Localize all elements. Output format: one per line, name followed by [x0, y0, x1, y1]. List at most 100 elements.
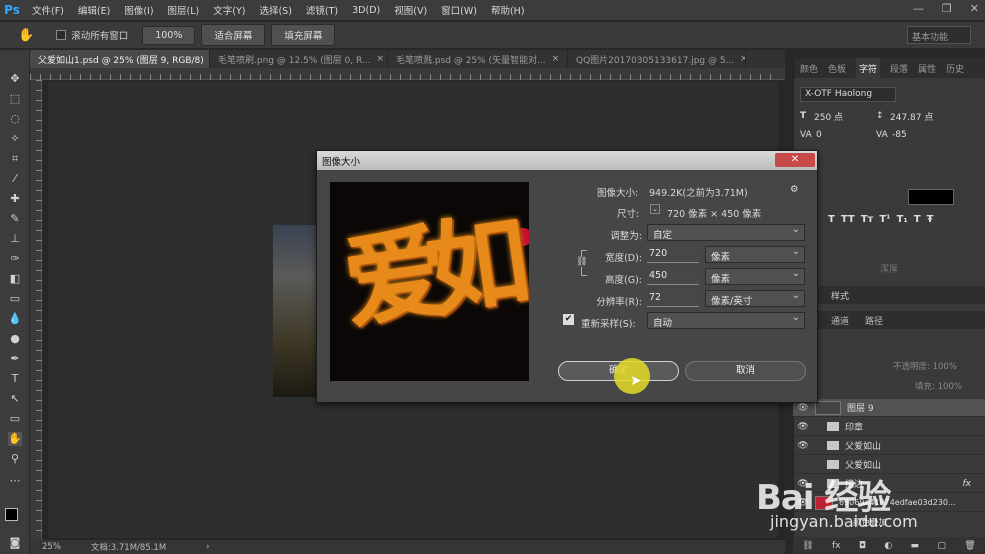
- vertical-ruler[interactable]: [30, 80, 42, 540]
- marquee-tool-icon[interactable]: ⬚: [8, 92, 22, 106]
- strikethrough-button[interactable]: Ŧ: [927, 214, 934, 225]
- tab-swatches[interactable]: 色板: [828, 62, 846, 75]
- width-input[interactable]: 720: [647, 246, 699, 263]
- resample-select[interactable]: 自动: [647, 312, 805, 329]
- tab-channels[interactable]: 通道: [831, 314, 849, 327]
- width-unit-select[interactable]: 像素: [705, 246, 805, 263]
- dialog-title-bar[interactable]: 图像大小 ✕: [317, 151, 817, 170]
- tracking-value[interactable]: -85: [892, 130, 907, 140]
- scroll-all-checkbox[interactable]: [56, 30, 67, 40]
- restore-icon[interactable]: ❐: [942, 2, 952, 15]
- tab-paths[interactable]: 路径: [865, 314, 883, 327]
- menu-type[interactable]: 文字(Y): [213, 3, 245, 17]
- menu-view[interactable]: 视图(V): [394, 3, 427, 17]
- menu-3d[interactable]: 3D(D): [352, 5, 380, 16]
- dodge-tool-icon[interactable]: ●: [8, 332, 22, 346]
- superscript-button[interactable]: T¹: [879, 214, 890, 225]
- magic-wand-icon[interactable]: ✧: [8, 132, 22, 146]
- tab-document-1[interactable]: 父爱如山1.psd @ 25% (图层 9, RGB/8) ×: [30, 50, 210, 68]
- dimensions-dropdown-icon[interactable]: ⌄: [650, 204, 660, 214]
- tab-document-4[interactable]: QQ图片20170305133617.jpg @ 5... ×: [568, 50, 746, 68]
- lasso-tool-icon[interactable]: ◌: [8, 112, 22, 126]
- layer-row[interactable]: 👁 图层 9: [793, 399, 985, 417]
- fill-label[interactable]: 填充: 100%: [915, 380, 962, 392]
- tab-character[interactable]: 字符: [856, 57, 881, 79]
- menu-select[interactable]: 选择(S): [259, 3, 291, 17]
- path-select-icon[interactable]: ↖: [8, 392, 22, 406]
- minimize-icon[interactable]: —: [913, 2, 924, 15]
- dialog-close-button[interactable]: ✕: [775, 153, 815, 167]
- add-mask-icon[interactable]: ◘: [859, 541, 866, 551]
- resolution-input[interactable]: 72: [647, 290, 699, 307]
- brush-tool-icon[interactable]: ✎: [8, 212, 22, 226]
- menu-edit[interactable]: 编辑(E): [78, 3, 110, 17]
- link-layers-icon[interactable]: ⛓: [802, 541, 813, 551]
- eyedropper-icon[interactable]: ⁄: [8, 172, 22, 186]
- type-tool-icon[interactable]: T: [8, 372, 22, 386]
- move-tool-icon[interactable]: ✥: [8, 72, 22, 86]
- new-layer-icon[interactable]: ▢: [937, 541, 946, 551]
- tab-color[interactable]: 颜色: [800, 62, 818, 75]
- subscript-button[interactable]: T₁: [897, 214, 908, 225]
- status-arrow-icon[interactable]: ›: [206, 542, 209, 552]
- menu-image[interactable]: 图像(I): [124, 3, 153, 17]
- shape-tool-icon[interactable]: ▭: [8, 412, 22, 426]
- height-input[interactable]: 450: [647, 268, 699, 285]
- menu-help[interactable]: 帮助(H): [491, 3, 525, 17]
- tab-close-icon[interactable]: ×: [377, 54, 385, 64]
- healing-brush-icon[interactable]: ✚: [8, 192, 22, 206]
- leading-value[interactable]: 247.87 点: [890, 110, 933, 123]
- tab-history[interactable]: 历史: [946, 62, 964, 75]
- foreground-color-swatch[interactable]: [5, 508, 18, 521]
- adjustment-layer-icon[interactable]: ◐: [884, 541, 892, 551]
- tab-close-icon[interactable]: ×: [740, 54, 745, 64]
- kerning-value[interactable]: 0: [816, 130, 876, 140]
- hand-tool-icon[interactable]: ✋: [8, 432, 22, 446]
- tab-document-3[interactable]: 毛笔喷溅.psd @ 25% (矢量智能对... ×: [388, 50, 568, 68]
- font-family-select[interactable]: X-OTF Haolong: [800, 86, 896, 102]
- underline-button[interactable]: T: [914, 214, 921, 225]
- crop-tool-icon[interactable]: ⌗: [8, 152, 22, 166]
- height-unit-select[interactable]: 像素: [705, 268, 805, 285]
- delete-layer-icon[interactable]: 🗑: [964, 541, 975, 551]
- layer-row[interactable]: 👁 印章: [793, 418, 985, 436]
- zoom-level[interactable]: 25%: [42, 542, 61, 552]
- text-color-swatch[interactable]: [908, 189, 954, 205]
- menu-layer[interactable]: 图层(L): [168, 3, 200, 17]
- font-size-value[interactable]: 250 点: [814, 110, 876, 123]
- layer-row[interactable]: 👁 父爱如山: [793, 437, 985, 455]
- opacity-label[interactable]: 不透明度: 100%: [893, 360, 957, 372]
- visibility-eye-icon[interactable]: 👁: [793, 403, 813, 413]
- visibility-eye-icon[interactable]: 👁: [793, 441, 813, 451]
- settings-gear-icon[interactable]: ⚙: [790, 184, 799, 195]
- tab-document-2[interactable]: 毛笔喷刷.png @ 12.5% (图层 0, R... ×: [210, 50, 388, 68]
- all-caps-button[interactable]: TT: [841, 214, 855, 225]
- add-style-icon[interactable]: fx: [832, 541, 841, 551]
- eraser-tool-icon[interactable]: ◧: [8, 272, 22, 286]
- fit-screen-button[interactable]: 适合屏幕: [201, 24, 266, 46]
- tab-close-icon[interactable]: ×: [552, 54, 560, 64]
- hand-tool-icon[interactable]: ✋: [18, 28, 34, 43]
- resample-checkbox[interactable]: ✔: [563, 314, 574, 325]
- fit-to-select[interactable]: 自定: [647, 224, 805, 241]
- blur-tool-icon[interactable]: 💧: [8, 312, 22, 326]
- faux-bold-button[interactable]: T: [828, 214, 835, 225]
- small-caps-button[interactable]: Tт: [861, 214, 874, 225]
- history-brush-icon[interactable]: ✑: [8, 252, 22, 266]
- quick-mask-icon[interactable]: ◙: [8, 536, 22, 550]
- cancel-button[interactable]: 取消: [685, 361, 806, 381]
- menu-filter[interactable]: 滤镜(T): [306, 3, 338, 17]
- tab-properties[interactable]: 属性: [918, 62, 936, 75]
- zoom-tool-icon[interactable]: ⚲: [8, 452, 22, 466]
- tab-paragraph[interactable]: 段落: [890, 62, 908, 75]
- image-preview[interactable]: 爱如: [330, 182, 529, 381]
- tab-styles[interactable]: 样式: [831, 289, 849, 302]
- zoom-100-button[interactable]: 100%: [142, 25, 196, 45]
- layer-fx-icon[interactable]: fx: [963, 479, 972, 489]
- fill-screen-button[interactable]: 填充屏幕: [271, 24, 336, 46]
- gradient-tool-icon[interactable]: ▭: [8, 292, 22, 306]
- pen-tool-icon[interactable]: ✒: [8, 352, 22, 366]
- aa-option-2[interactable]: 浑厚: [880, 262, 898, 275]
- more-tools-icon[interactable]: ⋯: [8, 474, 22, 488]
- close-icon[interactable]: ✕: [970, 2, 979, 15]
